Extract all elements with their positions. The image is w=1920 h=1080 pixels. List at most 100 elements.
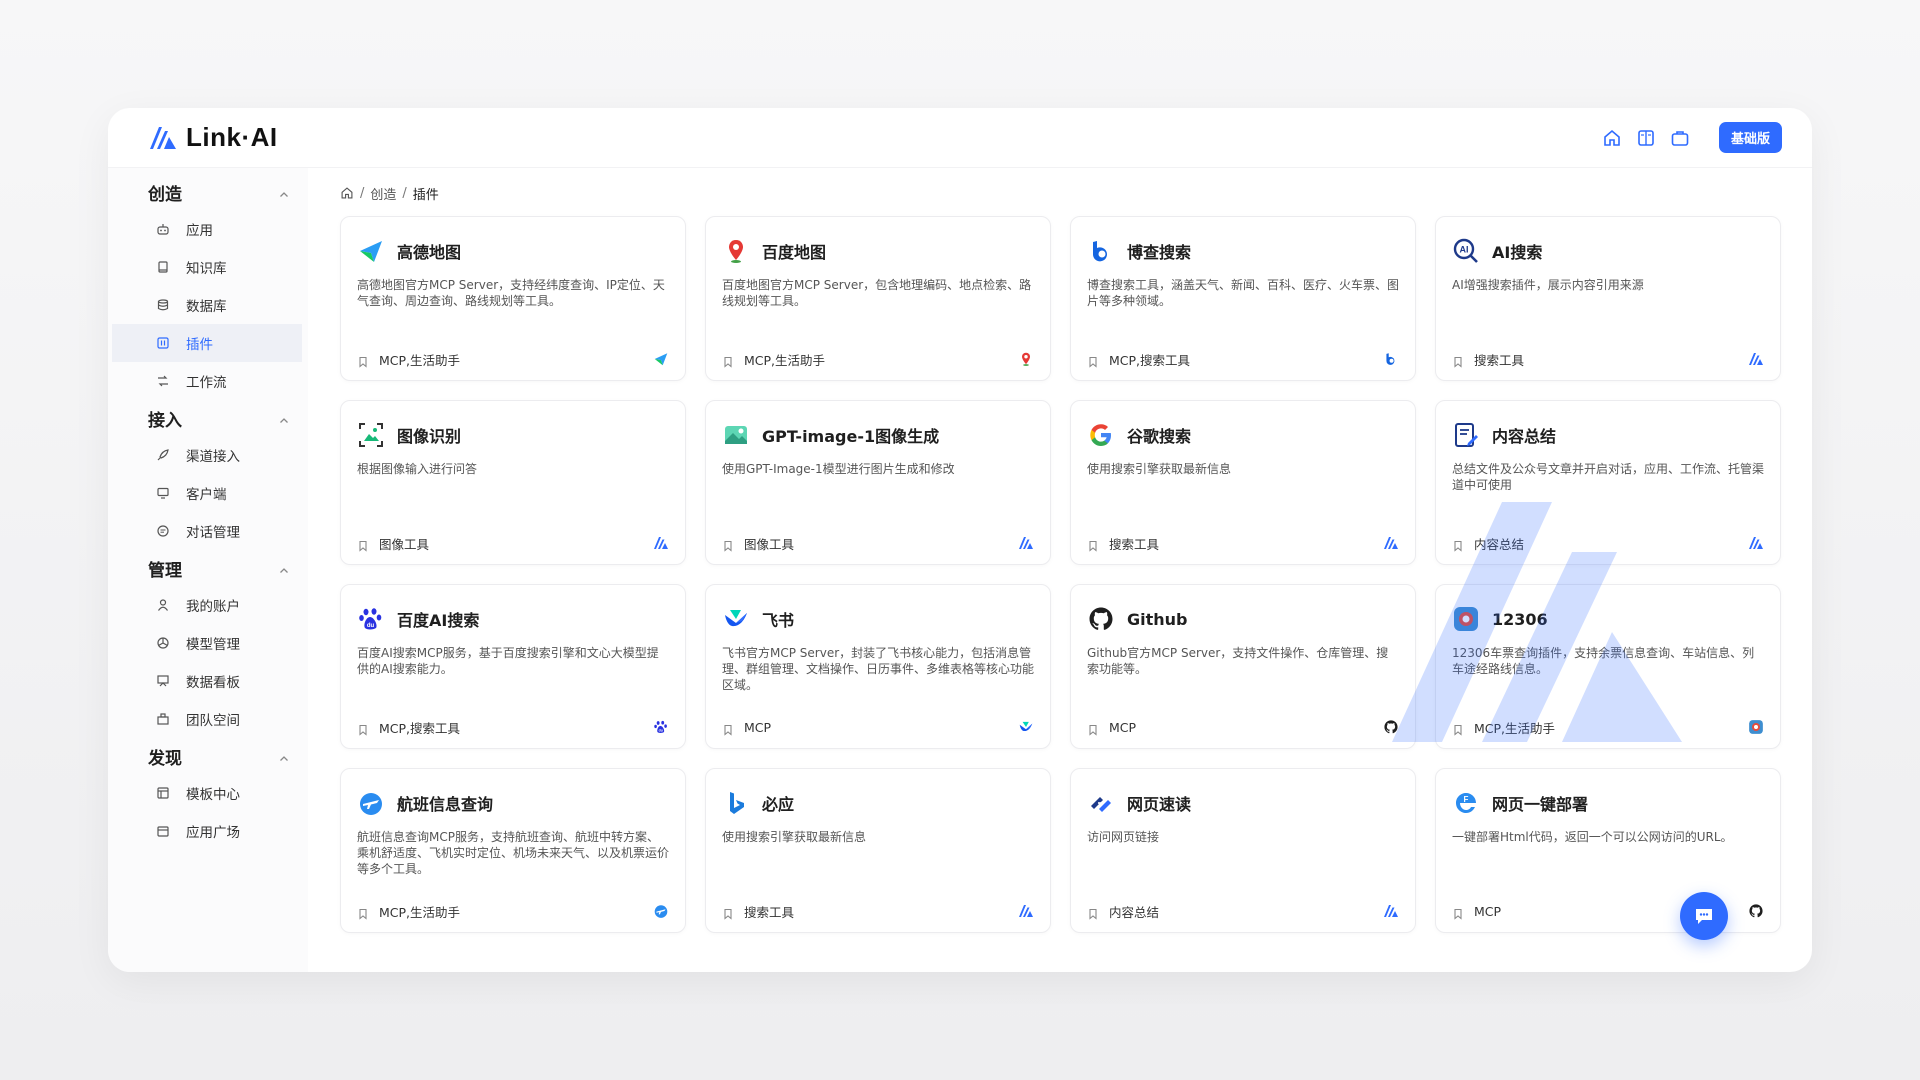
card-footer: MCP,生活助手 xyxy=(1452,718,1764,736)
sidebar-section-title: 接入 xyxy=(148,410,182,431)
top-bar: Link·AI 基础版 xyxy=(108,108,1812,168)
chevron-up-icon[interactable] xyxy=(278,186,290,198)
card-header: AI AI搜索 xyxy=(1452,235,1764,267)
plugin-card[interactable]: 博查搜索 博查搜索工具，涵盖天气、新闻、百科、医疗、火车票、图片等多种领域。 M… xyxy=(1070,216,1416,381)
plugin-card[interactable]: 航班信息查询 航班信息查询MCP服务，支持航班查询、航班中转方案、乘机舒适度、飞… xyxy=(340,768,686,933)
sidebar-item[interactable]: 数据库 xyxy=(112,286,302,324)
amap-icon xyxy=(653,351,669,367)
tag-icon xyxy=(1087,353,1099,368)
robot-icon xyxy=(156,222,170,236)
card-header: 内容总结 xyxy=(1452,419,1764,451)
card-description: 使用搜索引擎获取最新信息 xyxy=(1087,462,1232,476)
card-header: Github xyxy=(1087,603,1399,635)
card-title: 百度AI搜索 xyxy=(397,611,480,630)
home-icon[interactable] xyxy=(1601,127,1623,149)
card-header: 网页速读 xyxy=(1087,787,1399,819)
plugin-card[interactable]: GPT-image-1图像生成 使用GPT-Image-1模型进行图片生成和修改… xyxy=(705,400,1051,565)
card-tag: MCP xyxy=(1109,719,1137,735)
logo[interactable]: Link·AI xyxy=(148,122,278,153)
card-header: 飞书 xyxy=(722,603,1034,635)
card-tag: MCP,生活助手 xyxy=(379,352,461,368)
chat-fab-button[interactable] xyxy=(1680,892,1728,940)
plugin-grid: 高德地图 高德地图官方MCP Server，支持经纬度查询、IP定位、天气查询、… xyxy=(340,216,1782,933)
store-icon xyxy=(156,824,170,838)
card-title: 网页一键部署 xyxy=(1492,795,1589,814)
plugin-card[interactable]: 飞书 飞书官方MCP Server，封装了飞书核心能力，包括消息管理、群组管理、… xyxy=(705,584,1051,749)
tag-icon xyxy=(357,905,369,920)
plugin-card[interactable]: 必应 使用搜索引擎获取最新信息 搜索工具 xyxy=(705,768,1051,933)
plugin-card[interactable]: 百度地图 百度地图官方MCP Server，包含地理编码、地点检索、路线规划等工… xyxy=(705,216,1051,381)
sidebar-section-header[interactable]: 创造 xyxy=(108,174,308,210)
feishu-icon xyxy=(1018,719,1034,735)
card-title: AI搜索 xyxy=(1492,243,1543,262)
plugin-card[interactable]: 内容总结 总结文件及公众号文章并开启对话，应用、工作流、托管渠道中可使用 内容总… xyxy=(1435,400,1781,565)
chevron-up-icon[interactable] xyxy=(278,750,290,762)
chevron-up-icon[interactable] xyxy=(278,562,290,574)
sidebar-item-label: 数据库 xyxy=(186,299,227,315)
plugin-card[interactable]: du 百度AI搜索 百度AI搜索MCP服务，基于百度搜索引擎和文心大模型提供的A… xyxy=(340,584,686,749)
tag-icon xyxy=(1452,905,1464,920)
chevron-up-icon[interactable] xyxy=(278,412,290,424)
card-tag: 内容总结 xyxy=(1474,536,1525,552)
plugin-card[interactable]: Github Github官方MCP Server，支持文件操作、仓库管理、搜索… xyxy=(1070,584,1416,749)
sidebar-section-header[interactable]: 管理 xyxy=(108,550,308,586)
sidebar-item[interactable]: 团队空间 xyxy=(112,700,302,738)
card-footer: 图像工具 xyxy=(722,534,1034,552)
sidebar-item[interactable]: 模型管理 xyxy=(112,624,302,662)
sidebar-item[interactable]: 应用广场 xyxy=(112,812,302,850)
sidebar-item-label: 模型管理 xyxy=(186,637,240,653)
sidebar-section-header[interactable]: 发现 xyxy=(108,738,308,774)
sidebar-item[interactable]: 知识库 xyxy=(112,248,302,286)
dashboard-icon xyxy=(156,674,170,688)
card-description: 访问网页链接 xyxy=(1087,830,1160,844)
sidebar-item-label: 数据看板 xyxy=(186,675,240,691)
sidebar-item-label: 工作流 xyxy=(186,375,227,391)
sidebar-item[interactable]: 对话管理 xyxy=(112,512,302,550)
card-footer: 搜索工具 xyxy=(722,902,1034,920)
sidebar-item[interactable]: 渠道接入 xyxy=(112,436,302,474)
card-header: F 网页一键部署 xyxy=(1452,787,1764,819)
sidebar: 创造 应用 知识库数据库插件工作流接入渠道接入客户端 对话管理 管理 我的账户模型管理数据… xyxy=(108,168,308,972)
sidebar-item[interactable]: 我的账户 xyxy=(112,586,302,624)
docs-icon[interactable] xyxy=(1635,127,1657,149)
monitor-icon xyxy=(156,486,170,500)
plugin-card[interactable]: AI AI搜索 AI增强搜索插件，展示内容引用来源 搜索工具 xyxy=(1435,216,1781,381)
sidebar-item-label: 渠道接入 xyxy=(186,449,240,465)
card-header: 百度地图 xyxy=(722,235,1034,267)
card-title: Github xyxy=(1127,609,1188,629)
card-header: GPT-image-1图像生成 xyxy=(722,419,1034,451)
breadcrumb: / 创造 / 插件 xyxy=(340,182,1782,204)
card-footer: MCP,生活助手 xyxy=(357,350,669,368)
card-header: 12306 xyxy=(1452,603,1764,635)
card-tag: 内容总结 xyxy=(1109,904,1160,920)
plugin-card[interactable]: F 网页一键部署 一键部署Html代码，返回一个可以公网访问的URL。 MCP xyxy=(1435,768,1781,933)
card-footer: 内容总结 xyxy=(1087,902,1399,920)
flight-icon xyxy=(653,903,669,919)
plugin-card[interactable]: 图像识别 根据图像输入进行问答 图像工具 xyxy=(340,400,686,565)
card-title: 飞书 xyxy=(762,611,795,630)
ai-search-icon: AI xyxy=(1452,237,1480,265)
sidebar-item[interactable]: 数据看板 xyxy=(112,662,302,700)
card-footer: MCP,生活助手 xyxy=(357,902,669,920)
card-description: 一键部署Html代码，返回一个可以公网访问的URL。 xyxy=(1452,830,1733,844)
sidebar-item[interactable]: 应用 xyxy=(112,210,302,248)
plugin-card[interactable]: 12306 12306车票查询插件，支持余票信息查询、车站信息、列车途经路线信息… xyxy=(1435,584,1781,749)
sidebar-item[interactable]: 插件 xyxy=(112,324,302,362)
breadcrumb-item[interactable]: 创造 xyxy=(370,184,396,203)
sidebar-item[interactable]: 客户端 xyxy=(112,474,302,512)
plugin-card[interactable]: 高德地图 高德地图官方MCP Server，支持经纬度查询、IP定位、天气查询、… xyxy=(340,216,686,381)
card-tag: 搜索工具 xyxy=(1109,536,1160,552)
sidebar-item[interactable]: 模板中心 xyxy=(112,774,302,812)
edition-button[interactable]: 基础版 xyxy=(1718,122,1782,153)
plugin-card[interactable]: 谷歌搜索 使用搜索引擎获取最新信息 搜索工具 xyxy=(1070,400,1416,565)
workflow-icon xyxy=(156,374,170,388)
card-description: 航班信息查询MCP服务，支持航班查询、航班中转方案、乘机舒适度、飞机实时定位、机… xyxy=(357,830,669,876)
briefcase-icon[interactable] xyxy=(1669,127,1691,149)
sidebar-section-header[interactable]: 接入 xyxy=(108,400,308,436)
card-tag: MCP,生活助手 xyxy=(379,904,461,920)
home-icon[interactable] xyxy=(340,186,354,200)
card-footer: MCP,搜索工具 du xyxy=(357,718,669,736)
plugin-card[interactable]: 网页速读 访问网页链接 内容总结 xyxy=(1070,768,1416,933)
tag-icon xyxy=(722,353,734,368)
sidebar-item[interactable]: 工作流 xyxy=(112,362,302,400)
